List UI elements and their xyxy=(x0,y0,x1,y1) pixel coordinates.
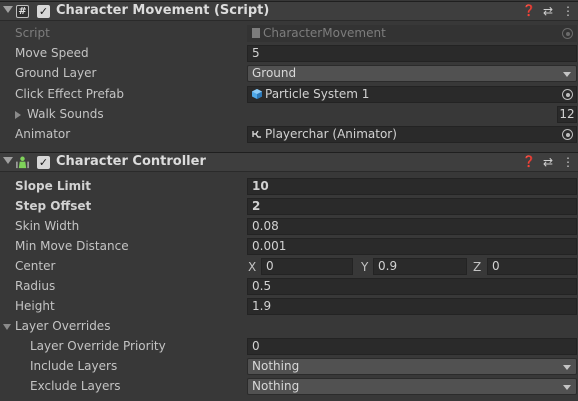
animator-label: Animator xyxy=(15,127,71,141)
layer-overrides-fold-icon[interactable] xyxy=(3,324,11,330)
slope-limit-label: Slope Limit xyxy=(15,179,92,193)
character-controller-header[interactable]: ✓ Character Controller ❓ ⇄ ⋮ xyxy=(0,152,578,172)
context-menu-icon[interactable]: ⋮ xyxy=(562,155,574,169)
dropdown-arrow-icon xyxy=(563,365,571,370)
script-row: Script CharacterMovement xyxy=(0,24,578,44)
exclude-layers-dropdown[interactable]: Nothing xyxy=(247,378,577,395)
layer-overrides-label: Layer Overrides xyxy=(15,319,111,333)
ground-layer-row: Ground Layer Ground xyxy=(0,64,578,84)
slope-limit-input[interactable]: 10 xyxy=(247,178,577,195)
script-label: Script xyxy=(15,26,50,40)
click-effect-prefab-row: Click Effect Prefab Particle System 1 xyxy=(0,85,578,105)
ground-layer-dropdown[interactable]: Ground xyxy=(247,65,577,82)
skin-width-label: Skin Width xyxy=(15,219,80,233)
radius-row: Radius 0.5 xyxy=(0,277,578,297)
include-layers-row: Include Layers Nothing xyxy=(0,357,578,377)
center-y-input[interactable]: 0.9 xyxy=(373,258,467,275)
walk-sounds-count-input[interactable]: 12 xyxy=(557,106,577,123)
slope-limit-row: Slope Limit 10 xyxy=(0,177,578,197)
center-x-input[interactable]: 0 xyxy=(261,258,353,275)
walk-sounds-row[interactable]: Walk Sounds 12 xyxy=(0,105,578,125)
ground-layer-value: Ground xyxy=(252,66,297,80)
min-move-distance-row: Min Move Distance 0.001 xyxy=(0,237,578,257)
object-picker-icon[interactable] xyxy=(562,129,573,140)
exclude-layers-row: Exclude Layers Nothing xyxy=(0,377,578,397)
component-enabled-checkbox[interactable]: ✓ xyxy=(37,5,50,18)
exclude-layers-label: Exclude Layers xyxy=(30,379,121,393)
center-row: Center X 0 Y 0.9 Z 0 xyxy=(0,257,578,277)
context-menu-icon[interactable]: ⋮ xyxy=(562,4,574,18)
component-title: Character Movement (Script) xyxy=(56,3,270,18)
radius-label: Radius xyxy=(15,279,56,293)
move-speed-input[interactable]: 5 xyxy=(247,45,577,62)
include-layers-label: Include Layers xyxy=(30,359,118,373)
animator-row: Animator Playerchar (Animator) xyxy=(0,125,578,145)
step-offset-label: Step Offset xyxy=(15,199,92,213)
height-label: Height xyxy=(15,299,55,313)
presets-icon[interactable]: ⇄ xyxy=(542,4,554,18)
exclude-layers-value: Nothing xyxy=(252,379,300,393)
skin-width-row: Skin Width 0.08 xyxy=(0,217,578,237)
help-icon[interactable]: ❓ xyxy=(522,155,536,169)
layer-override-priority-row: Layer Override Priority 0 xyxy=(0,337,578,357)
component-fold-arrow-icon[interactable] xyxy=(3,157,13,164)
click-effect-prefab-label: Click Effect Prefab xyxy=(15,87,125,101)
height-input[interactable]: 1.9 xyxy=(247,298,577,315)
height-row: Height 1.9 xyxy=(0,297,578,317)
animator-icon xyxy=(252,130,261,138)
move-speed-label: Move Speed xyxy=(15,46,89,60)
dropdown-arrow-icon xyxy=(563,385,571,390)
walk-sounds-label: Walk Sounds xyxy=(27,107,104,121)
dropdown-arrow-icon xyxy=(563,72,571,77)
radius-input[interactable]: 0.5 xyxy=(247,278,577,295)
object-picker-icon[interactable] xyxy=(562,28,573,39)
component-fold-arrow-icon[interactable] xyxy=(3,6,13,13)
min-move-distance-input[interactable]: 0.001 xyxy=(247,238,577,255)
prefab-cube-icon xyxy=(252,89,262,99)
include-layers-value: Nothing xyxy=(252,359,300,373)
center-z-label[interactable]: Z xyxy=(473,260,481,274)
hash-script-icon: # xyxy=(16,5,29,18)
click-effect-prefab-value: Particle System 1 xyxy=(265,87,370,101)
include-layers-dropdown[interactable]: Nothing xyxy=(247,358,577,375)
center-y-label[interactable]: Y xyxy=(361,260,368,274)
character-controller-icon xyxy=(16,156,29,169)
layer-overrides-row[interactable]: Layer Overrides xyxy=(0,317,578,337)
step-offset-input[interactable]: 2 xyxy=(247,198,577,215)
center-x-label[interactable]: X xyxy=(248,260,256,274)
object-picker-icon[interactable] xyxy=(562,89,573,100)
script-value: CharacterMovement xyxy=(263,26,386,40)
step-offset-row: Step Offset 2 xyxy=(0,197,578,217)
animator-value: Playerchar (Animator) xyxy=(265,127,397,141)
presets-icon[interactable]: ⇄ xyxy=(542,155,554,169)
center-label: Center xyxy=(15,259,56,273)
move-speed-row: Move Speed 5 xyxy=(0,44,578,64)
center-z-input[interactable]: 0 xyxy=(487,258,577,275)
layer-override-priority-label: Layer Override Priority xyxy=(30,339,166,353)
character-movement-header[interactable]: # ✓ Character Movement (Script) ❓ ⇄ ⋮ xyxy=(0,1,578,21)
component-enabled-checkbox[interactable]: ✓ xyxy=(37,156,50,169)
script-object-field[interactable]: CharacterMovement xyxy=(247,25,577,42)
animator-field[interactable]: Playerchar (Animator) xyxy=(247,126,577,143)
layer-override-priority-input[interactable]: 0 xyxy=(247,338,577,355)
min-move-distance-label: Min Move Distance xyxy=(15,239,129,253)
component-title: Character Controller xyxy=(56,154,206,169)
skin-width-input[interactable]: 0.08 xyxy=(247,218,577,235)
help-icon[interactable]: ❓ xyxy=(522,4,536,18)
walk-sounds-fold-icon[interactable] xyxy=(15,111,21,119)
script-file-icon xyxy=(252,28,260,38)
click-effect-prefab-field[interactable]: Particle System 1 xyxy=(247,86,577,103)
ground-layer-label: Ground Layer xyxy=(15,66,97,80)
